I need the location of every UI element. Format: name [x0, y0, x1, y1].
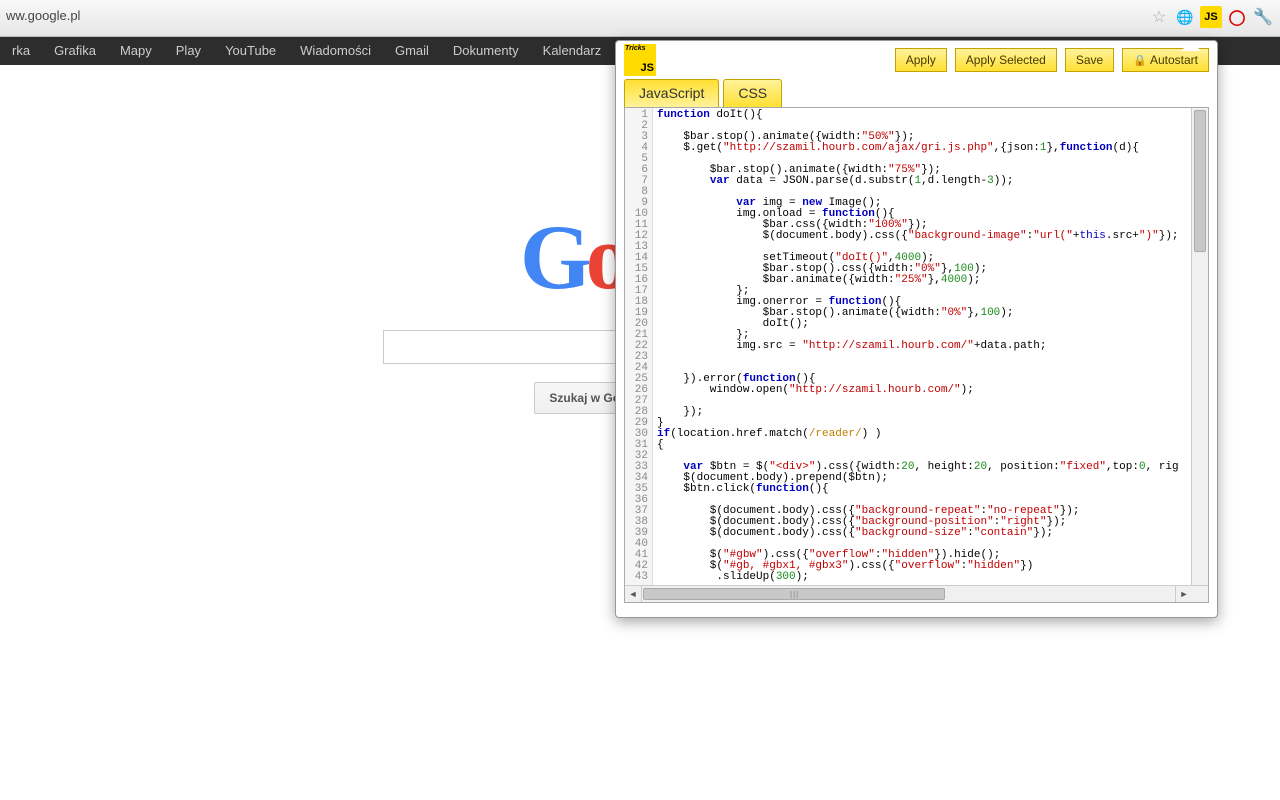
- bookmark-star-icon[interactable]: ☆: [1148, 6, 1170, 28]
- toolbar-icons: ☆ 🌐 JS ◯ 🔧: [1148, 6, 1274, 28]
- apply-button[interactable]: Apply: [895, 48, 947, 72]
- apply-selected-button[interactable]: Apply Selected: [955, 48, 1057, 72]
- extension-header: Tricks JS Apply Apply Selected Save Auto…: [616, 41, 1217, 79]
- wrench-icon[interactable]: 🔧: [1252, 6, 1274, 28]
- adblock-icon[interactable]: ◯: [1226, 6, 1248, 28]
- scroll-right-arrow[interactable]: ►: [1175, 586, 1192, 602]
- nav-gmail[interactable]: Gmail: [383, 37, 441, 65]
- globe-icon[interactable]: 🌐: [1174, 6, 1196, 28]
- save-button[interactable]: Save: [1065, 48, 1114, 72]
- tab-javascript[interactable]: JavaScript: [624, 79, 719, 107]
- js-extension-icon[interactable]: JS: [1200, 6, 1222, 28]
- scrollbar-thumb[interactable]: [1194, 110, 1206, 252]
- nav-grafika[interactable]: Grafika: [42, 37, 108, 65]
- horizontal-scrollbar[interactable]: ◄ ||| ►: [625, 585, 1208, 602]
- extension-popup: Tricks JS Apply Apply Selected Save Auto…: [615, 40, 1218, 618]
- autostart-button[interactable]: Autostart: [1122, 48, 1209, 72]
- extension-logo: Tricks JS: [624, 44, 656, 76]
- nav-play[interactable]: Play: [164, 37, 213, 65]
- browser-toolbar: ww.google.pl ☆ 🌐 JS ◯ 🔧: [0, 0, 1280, 37]
- nav-wiadomości[interactable]: Wiadomości: [288, 37, 383, 65]
- nav-rka[interactable]: rka: [0, 37, 42, 65]
- nav-kalendarz[interactable]: Kalendarz: [531, 37, 614, 65]
- extension-tabs: JavaScript CSS: [616, 79, 1217, 107]
- nav-youtube[interactable]: YouTube: [213, 37, 288, 65]
- scroll-left-arrow[interactable]: ◄: [625, 586, 642, 602]
- vertical-scrollbar[interactable]: [1191, 108, 1208, 586]
- address-bar[interactable]: ww.google.pl: [0, 8, 80, 23]
- nav-mapy[interactable]: Mapy: [108, 37, 164, 65]
- nav-dokumenty[interactable]: Dokumenty: [441, 37, 531, 65]
- code-editor[interactable]: 1234567891011121314151617181920212223242…: [624, 107, 1209, 603]
- code-area[interactable]: function doIt(){ $bar.stop().animate({wi…: [653, 108, 1208, 602]
- scrollbar-grip: |||: [790, 590, 799, 599]
- line-gutter: 1234567891011121314151617181920212223242…: [625, 108, 653, 602]
- tab-css[interactable]: CSS: [723, 79, 782, 107]
